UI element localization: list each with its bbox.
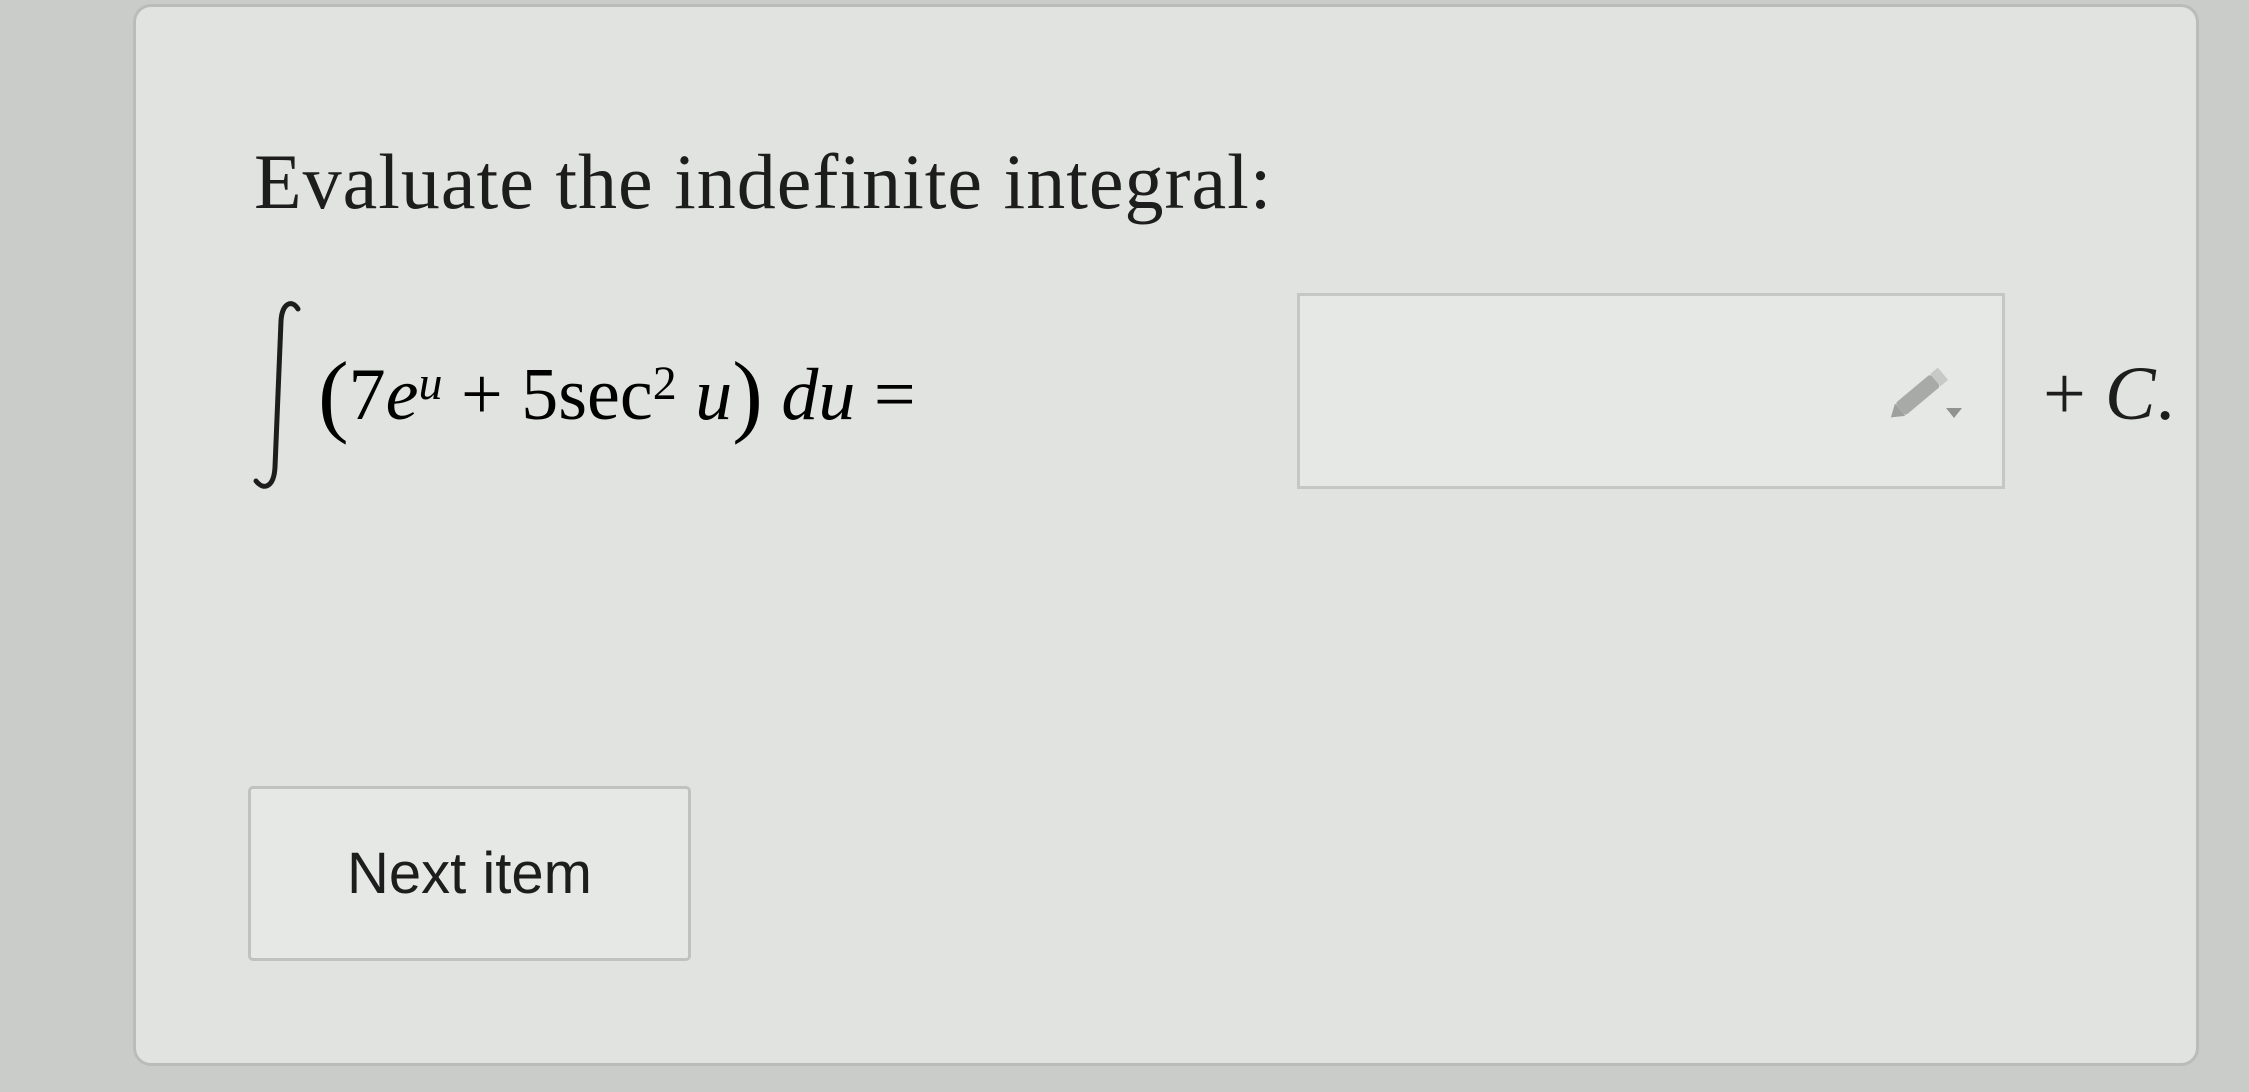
integral-equation: (7eu + 5sec2 u) du = + C.	[248, 285, 2208, 505]
pencil-icon[interactable]	[1880, 358, 1980, 428]
question-card: Evaluate the indefinite integral: (7eu +…	[133, 4, 2199, 1066]
plus-text: +	[2043, 352, 2105, 436]
question-prompt: Evaluate the indefinite integral:	[254, 138, 1273, 225]
answer-box[interactable]	[1297, 293, 2005, 489]
next-item-button[interactable]: Next item	[248, 786, 691, 961]
coefficient-5: 5	[521, 354, 559, 436]
differential: du	[781, 354, 856, 436]
period: .	[2155, 352, 2175, 436]
integral-sign	[253, 301, 301, 489]
equals-sign: =	[855, 354, 916, 436]
exponent-u: u	[418, 357, 443, 410]
answer-input[interactable]	[1310, 306, 1874, 478]
secant-function: sec	[558, 354, 653, 436]
plus-sign: +	[442, 354, 522, 436]
integrand-expression: (7eu + 5sec2 u) du =	[318, 343, 916, 445]
constant-c: C	[2104, 352, 2156, 436]
coefficient-7: 7	[348, 354, 386, 436]
exponent-2: 2	[652, 357, 677, 410]
exponential-base: e	[385, 354, 419, 436]
secant-argument: u	[695, 354, 733, 436]
constant-of-integration: + C.	[2043, 349, 2175, 439]
